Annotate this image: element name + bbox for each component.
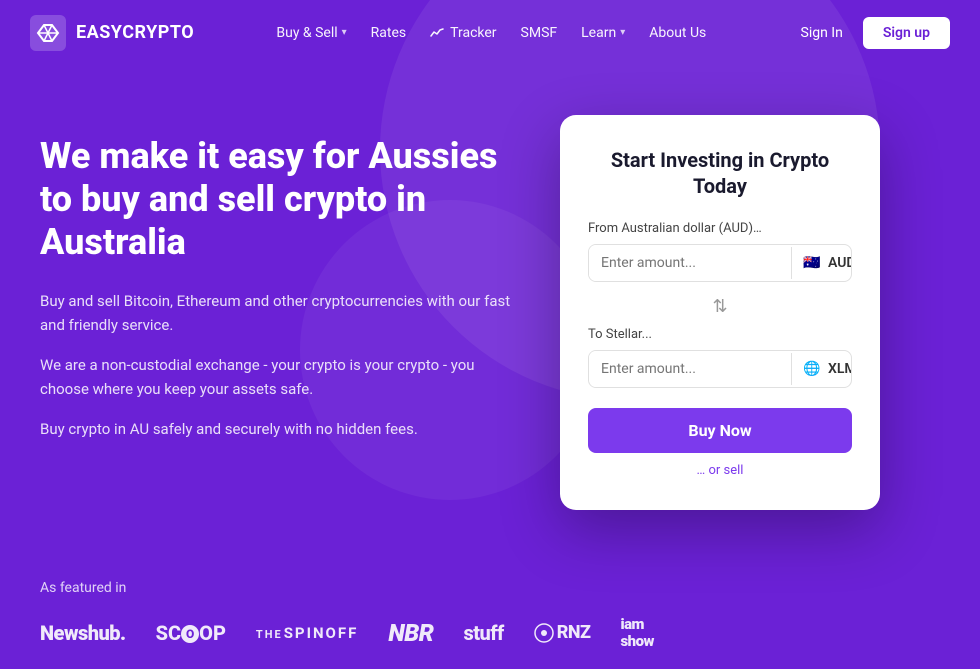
to-amount-input[interactable] — [589, 351, 791, 387]
or-sell-link[interactable]: … or sell — [588, 463, 852, 478]
nav-buy-sell[interactable]: Buy & Sell ▾ — [266, 19, 356, 47]
nav-smsf[interactable]: SMSF — [511, 19, 568, 47]
featured-section: As featured in Newshub. SCOOP THESPINOFF… — [0, 550, 980, 669]
tracker-icon — [430, 28, 444, 38]
sign-in-button[interactable]: Sign In — [789, 19, 855, 47]
invest-card: Start Investing in Crypto Today From Aus… — [560, 115, 880, 510]
chevron-down-icon: ▾ — [342, 27, 347, 38]
hero-title: We make it easy for Aussies to buy and s… — [40, 135, 520, 265]
header: EASYCRYPTO Buy & Sell ▾ Rates Tracker SM… — [0, 0, 980, 65]
nav-rates[interactable]: Rates — [361, 19, 416, 47]
hero-section: We make it easy for Aussies to buy and s… — [0, 65, 980, 550]
hero-desc-2: We are a non-custodial exchange - your c… — [40, 353, 520, 401]
chevron-down-icon: ▾ — [620, 27, 625, 38]
nav-learn[interactable]: Learn ▾ — [571, 19, 635, 47]
from-currency-label: AUD — [828, 255, 852, 271]
hero-content: We make it easy for Aussies to buy and s… — [40, 115, 520, 441]
to-label: To Stellar... — [588, 327, 852, 342]
buy-now-button[interactable]: Buy Now — [588, 408, 852, 453]
to-input-row: 🌐 XLM ▾ — [588, 350, 852, 388]
nav-about-us[interactable]: About Us — [639, 19, 716, 47]
from-amount-input[interactable] — [589, 245, 791, 281]
spinoff-logo: THESPINOFF — [256, 624, 358, 642]
main-nav: Buy & Sell ▾ Rates Tracker SMSF Learn ▾ … — [266, 19, 716, 47]
xlm-flag: 🌐 — [802, 362, 822, 376]
iamshow-logo: iamshow — [620, 616, 653, 649]
hero-desc-1: Buy and sell Bitcoin, Ethereum and other… — [40, 289, 520, 337]
press-logos-row: Newshub. SCOOP THESPINOFF NBR stuff RNZ … — [40, 616, 940, 649]
from-input-row: 🇦🇺 AUD ▾ — [588, 244, 852, 282]
aud-flag: 🇦🇺 — [802, 256, 822, 270]
hero-desc-3: Buy crypto in AU safely and securely wit… — [40, 417, 520, 441]
from-currency-button[interactable]: 🇦🇺 AUD ▾ — [791, 247, 852, 279]
rnz-logo: RNZ — [534, 622, 591, 643]
from-label: From Australian dollar (AUD)… — [588, 221, 852, 236]
featured-label: As featured in — [40, 580, 940, 596]
nav-tracker[interactable]: Tracker — [420, 19, 506, 47]
swap-arrows-icon: ⇅ — [712, 296, 727, 317]
to-currency-button[interactable]: 🌐 XLM ▾ — [791, 353, 852, 385]
rnz-icon — [534, 623, 554, 643]
header-actions: Sign In Sign up — [789, 17, 950, 49]
newshub-logo: Newshub. — [40, 621, 126, 645]
card-title: Start Investing in Crypto Today — [588, 147, 852, 199]
nbr-logo: NBR — [388, 619, 433, 647]
logo-text: EASYCRYPTO — [76, 22, 194, 43]
swap-icon-row: ⇅ — [588, 296, 852, 317]
scoop-logo: SCOOP — [156, 621, 226, 645]
sign-up-button[interactable]: Sign up — [863, 17, 950, 49]
logo[interactable]: EASYCRYPTO — [30, 15, 194, 51]
to-currency-label: XLM — [828, 361, 852, 377]
stuff-logo: stuff — [463, 621, 503, 645]
easycrypto-logo-icon — [30, 15, 66, 51]
